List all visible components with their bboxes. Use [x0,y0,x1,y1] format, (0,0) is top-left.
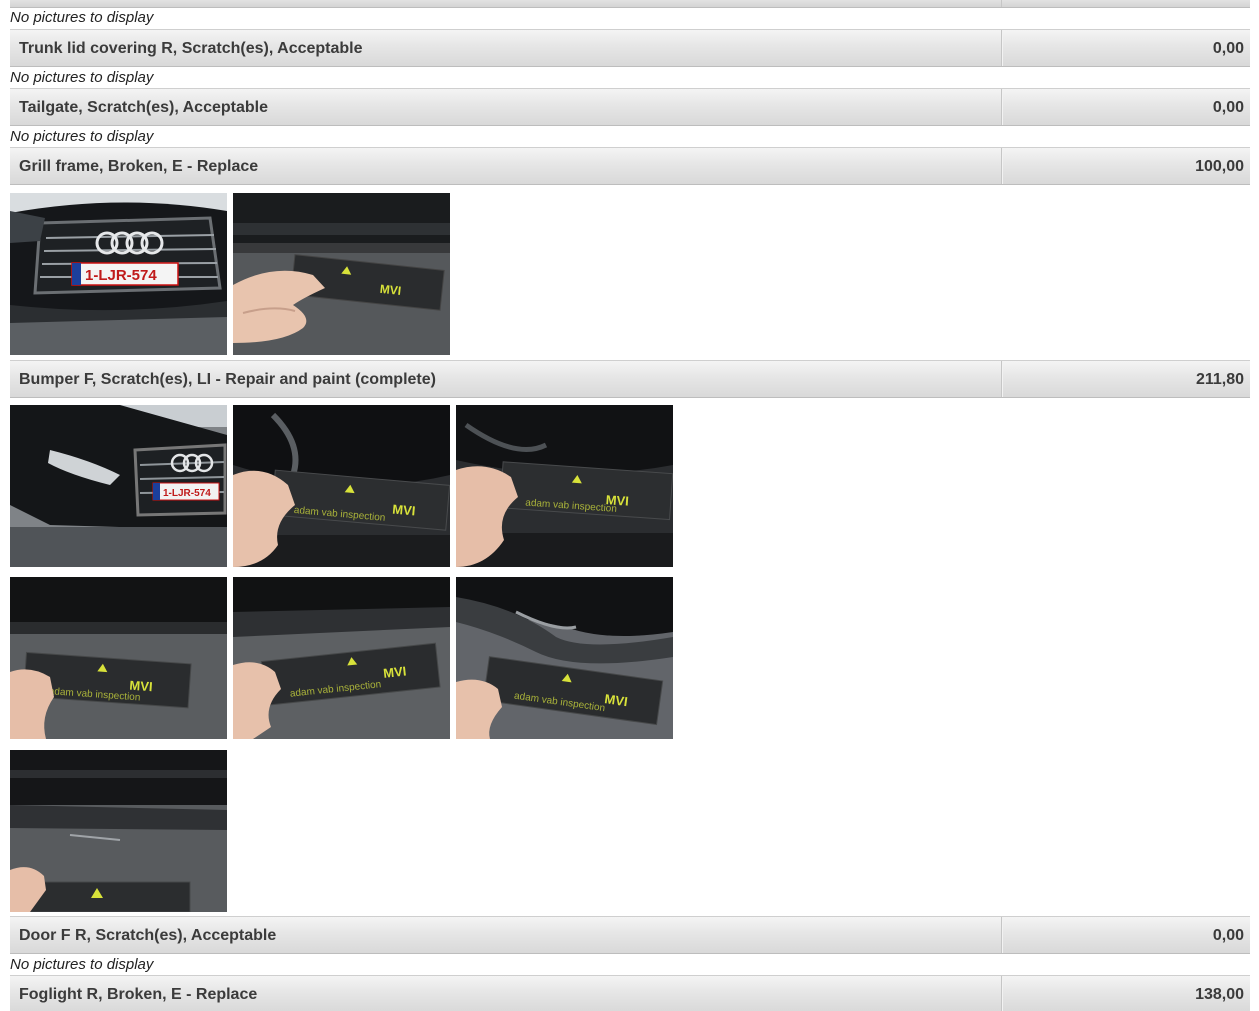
damage-item-description: Trunk lid covering R, Scratch(es), Accep… [19,40,363,57]
damage-photo-car-front[interactable]: 1-LJR-574 [10,193,227,355]
column-divider [1001,0,1002,7]
license-plate-text: 1-LJR-574 [85,267,157,284]
damage-item-row[interactable]: Foglight R, Broken, E - Replace 138,00 [10,975,1250,1011]
license-plate-text: 1-LJR-574 [163,488,211,499]
damage-item-amount: 138,00 [1195,986,1244,1003]
ruler-brand-text: MVI [379,282,402,298]
column-divider [1001,30,1002,66]
damage-photo-ruler[interactable]: MVI [233,193,450,355]
ruler-brand-text: MVI [383,663,408,680]
damage-item-amount: 211,80 [1195,371,1244,388]
damage-item-description: Door F R, Scratch(es), Acceptable [19,927,277,944]
damage-photo-ruler[interactable]: MVI adam vab inspection [10,577,227,739]
previous-item-bar[interactable] [10,0,1250,8]
no-pictures-note: No pictures to display [10,69,154,86]
damage-item-description: Bumper F, Scratch(es), LI - Repair and p… [19,371,436,388]
damage-item-amount: 0,00 [1212,927,1244,944]
damage-report-list: No pictures to display Trunk lid coverin… [0,0,1259,1011]
damage-item-description: Foglight R, Broken, E - Replace [19,986,258,1003]
damage-item-amount: 100,00 [1195,158,1244,175]
column-divider [1001,89,1002,125]
no-pictures-note: No pictures to display [10,956,154,973]
column-divider [1001,148,1002,184]
damage-item-description: Tailgate, Scratch(es), Acceptable [19,99,268,116]
damage-photo-ruler[interactable]: MVI adam vab inspection [233,405,450,567]
damage-item-amount: 0,00 [1212,99,1244,116]
damage-item-row[interactable]: Grill frame, Broken, E - Replace 100,00 [10,147,1250,185]
damage-photo-ruler[interactable]: MVI adam vab inspection [456,405,673,567]
ruler-brand-text: MVI [604,691,629,709]
damage-item-row[interactable]: Door F R, Scratch(es), Acceptable 0,00 [10,916,1250,954]
damage-photo-ruler-closeup[interactable] [10,750,227,912]
damage-item-row[interactable]: Trunk lid covering R, Scratch(es), Accep… [10,29,1250,67]
damage-item-row[interactable]: Tailgate, Scratch(es), Acceptable 0,00 [10,88,1250,126]
column-divider [1001,361,1002,397]
no-pictures-note: No pictures to display [10,9,154,26]
damage-item-amount: 0,00 [1212,40,1244,57]
damage-photo-ruler[interactable]: MVI adam vab inspection [233,577,450,739]
ruler-brand-text: MVI [392,501,416,518]
damage-item-description: Grill frame, Broken, E - Replace [19,158,259,175]
column-divider [1001,917,1002,953]
damage-photo-ruler-bumper-corner[interactable]: MVI adam vab inspection [456,577,673,739]
damage-item-row[interactable]: Bumper F, Scratch(es), LI - Repair and p… [10,360,1250,398]
no-pictures-note: No pictures to display [10,128,154,145]
column-divider [1001,976,1002,1011]
damage-photo-car-front-angle[interactable]: 1-LJR-574 [10,405,227,567]
